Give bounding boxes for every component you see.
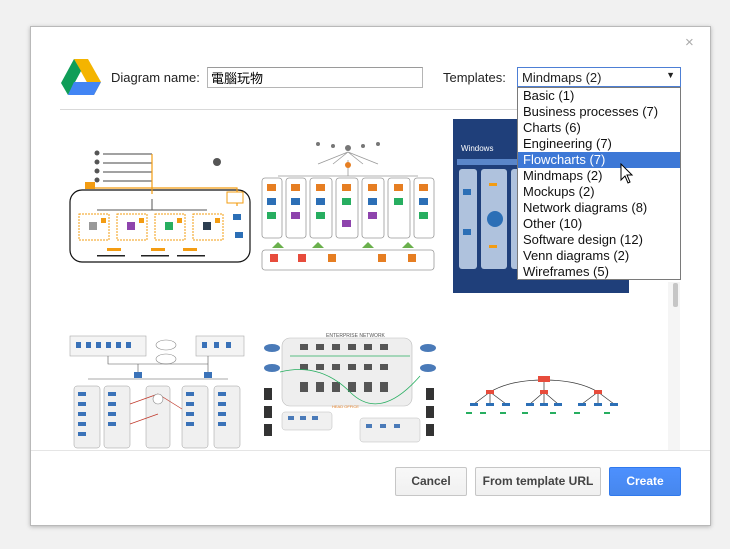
chevron-down-icon: ▼ <box>666 70 675 80</box>
template-option-software-design[interactable]: Software design (12) <box>518 232 680 248</box>
template-option-venn-diagrams[interactable]: Venn diagrams (2) <box>518 248 680 264</box>
footer-divider <box>31 450 710 451</box>
google-drive-logo <box>61 59 101 95</box>
diagram-name-label: Diagram name: <box>111 70 200 85</box>
create-button[interactable]: Create <box>609 467 681 496</box>
templates-select[interactable]: Mindmaps (2) ▼ <box>517 67 681 87</box>
enterprise-thumb-title: ENTERPRISE NETWORK <box>326 333 386 339</box>
templates-select-value: Mindmaps (2) <box>522 70 602 85</box>
windows-thumb-title: Windows <box>461 144 493 153</box>
mouse-pointer-icon <box>620 163 634 184</box>
template-option-network-diagrams[interactable]: Network diagrams (8) <box>518 200 680 216</box>
template-thumb-network[interactable] <box>68 334 248 450</box>
head-office-thumb-label: HEAD OFFICE <box>332 404 359 409</box>
template-option-charts[interactable]: Charts (6) <box>518 120 680 136</box>
templates-label: Templates: <box>443 70 506 85</box>
template-thumb-business[interactable] <box>67 144 255 279</box>
template-thumb-enterprise[interactable]: ENTERPRISE NETWORK HEAD OFFICE <box>260 332 440 450</box>
template-option-basic[interactable]: Basic (1) <box>518 88 680 104</box>
template-option-mindmaps[interactable]: Mindmaps (2) <box>518 168 680 184</box>
template-thumb-mindmap[interactable] <box>460 372 628 420</box>
template-option-flowcharts[interactable]: Flowcharts (7) <box>518 152 680 168</box>
close-icon[interactable]: × <box>685 35 694 51</box>
template-option-other[interactable]: Other (10) <box>518 216 680 232</box>
scrollbar-thumb[interactable] <box>673 283 678 307</box>
template-option-engineering[interactable]: Engineering (7) <box>518 136 680 152</box>
from-template-url-button[interactable]: From template URL <box>475 467 601 496</box>
diagram-name-input[interactable] <box>207 67 423 88</box>
templates-dropdown-list: Basic (1) Business processes (7) Charts … <box>517 87 681 280</box>
template-option-business-processes[interactable]: Business processes (7) <box>518 104 680 120</box>
template-option-mockups[interactable]: Mockups (2) <box>518 184 680 200</box>
template-option-wireframes[interactable]: Wireframes (5) <box>518 264 680 279</box>
thumbnail-scrollbar[interactable] <box>668 282 680 450</box>
template-thumb-engineering[interactable] <box>258 140 440 272</box>
cancel-button[interactable]: Cancel <box>395 467 467 496</box>
